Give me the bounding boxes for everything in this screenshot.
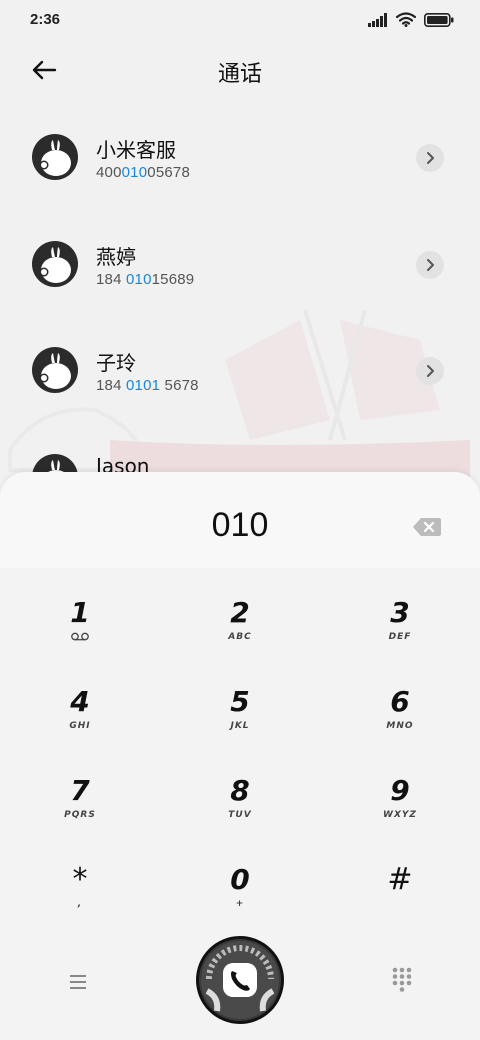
dial-panel: 010 1 2 ABC 3 DEF 4 GHI 5 JKL 6 MNO 7 PQ… <box>0 472 480 1040</box>
key-digit: 2 <box>230 596 250 629</box>
avatar-mascot-icon <box>39 353 71 389</box>
key-letters: MNO <box>386 721 414 731</box>
signal-icon <box>368 12 387 27</box>
dialpad-icon <box>392 967 412 992</box>
contact-row[interactable]: 燕婷 184 01015689 <box>0 211 480 311</box>
key-letters <box>71 632 89 644</box>
key-letters: TUV <box>228 810 252 820</box>
battery-icon <box>424 12 454 27</box>
key-star[interactable]: * , <box>0 835 160 924</box>
dialed-number: 010 <box>211 506 269 544</box>
phone-icon <box>201 941 279 1019</box>
key-letters: GHI <box>69 721 91 731</box>
key-letters: ABC <box>228 632 252 642</box>
contact-detail-button[interactable] <box>416 251 444 279</box>
avatar <box>32 241 78 287</box>
key-1[interactable]: 1 <box>0 568 160 657</box>
contact-name: 燕婷 <box>96 245 136 269</box>
contact-row[interactable]: 子玲 184 0101 5678 <box>0 317 480 417</box>
avatar-mascot-icon <box>39 247 71 283</box>
wifi-icon <box>396 12 416 27</box>
key-letters: JKL <box>230 721 250 731</box>
key-digit: 8 <box>230 774 250 807</box>
key-digit: 7 <box>70 774 90 807</box>
key-0[interactable]: 0 + <box>160 835 320 924</box>
avatar <box>32 134 78 180</box>
call-button[interactable] <box>196 936 284 1024</box>
key-7[interactable]: 7 PQRS <box>0 746 160 835</box>
page-title: 通话 <box>217 62 262 87</box>
backspace-icon <box>413 518 441 536</box>
key-hash[interactable]: # <box>320 835 480 924</box>
status-time: 2:36 <box>30 11 61 28</box>
contact-number: 184 0101 5678 <box>96 377 199 394</box>
key-8[interactable]: 8 TUV <box>160 746 320 835</box>
key-digit: # <box>387 862 413 897</box>
dial-display: 010 <box>0 472 480 568</box>
key-letters: WXYZ <box>383 810 417 820</box>
chevron-right-icon <box>427 152 434 164</box>
chevron-right-icon <box>427 259 434 271</box>
key-digit: 6 <box>390 685 410 718</box>
key-3[interactable]: 3 DEF <box>320 568 480 657</box>
key-4[interactable]: 4 GHI <box>0 657 160 746</box>
chevron-right-icon <box>427 365 434 377</box>
contact-number: 40001005678 <box>96 164 190 181</box>
keypad: 1 2 ABC 3 DEF 4 GHI 5 JKL 6 MNO 7 PQRS 8… <box>0 568 480 928</box>
avatar-mascot-icon <box>39 140 71 176</box>
keypad-toggle-button[interactable] <box>390 966 414 992</box>
contact-name: 子玲 <box>96 351 136 375</box>
key-digit: 3 <box>390 596 410 629</box>
key-letters: PQRS <box>64 810 96 820</box>
delete-button[interactable] <box>412 517 442 537</box>
key-digit: 1 <box>70 596 90 629</box>
key-6[interactable]: 6 MNO <box>320 657 480 746</box>
key-letters: , <box>77 899 83 909</box>
avatar <box>32 347 78 393</box>
dialer-bottom-bar <box>0 928 480 1040</box>
key-letters: DEF <box>388 632 412 642</box>
contact-row[interactable]: 小米客服 40001005678 <box>0 104 480 204</box>
status-icons <box>368 12 454 27</box>
contact-detail-button[interactable] <box>416 144 444 172</box>
contact-number: 184 01015689 <box>96 271 195 288</box>
contact-name: 小米客服 <box>96 138 176 162</box>
key-digit: 5 <box>230 685 250 718</box>
key-digit: 9 <box>390 774 410 807</box>
key-digit: 0 <box>230 863 250 896</box>
key-digit: * <box>72 862 88 897</box>
key-letters: + <box>235 899 245 909</box>
key-5[interactable]: 5 JKL <box>160 657 320 746</box>
contact-detail-button[interactable] <box>416 357 444 385</box>
key-2[interactable]: 2 ABC <box>160 568 320 657</box>
voicemail-icon <box>71 632 89 641</box>
menu-icon <box>70 975 86 989</box>
header: 通话 <box>0 44 480 96</box>
status-bar: 2:36 <box>0 0 480 40</box>
key-digit: 4 <box>70 685 90 718</box>
menu-button[interactable] <box>64 970 92 994</box>
key-9[interactable]: 9 WXYZ <box>320 746 480 835</box>
